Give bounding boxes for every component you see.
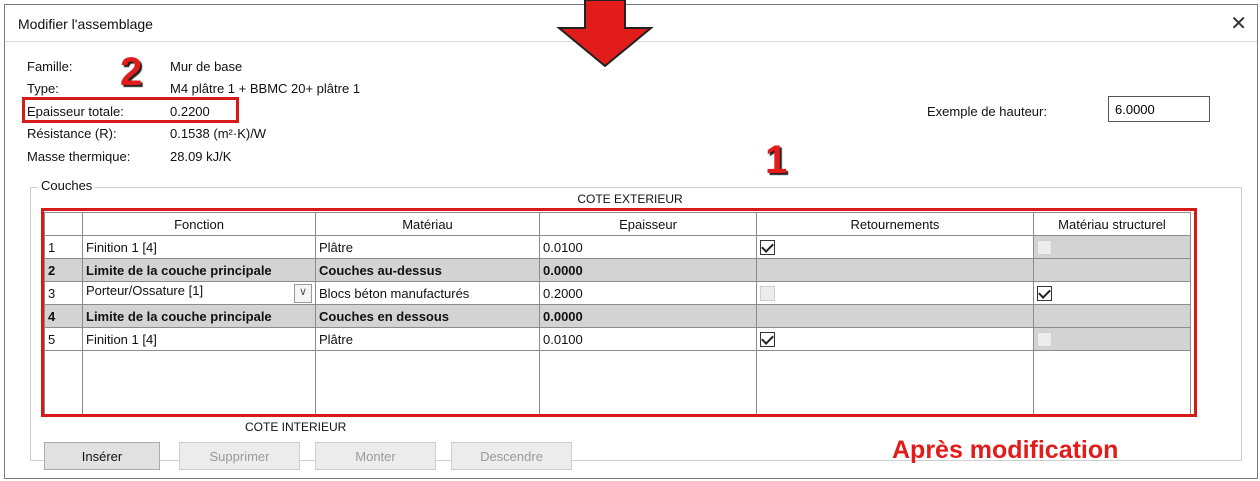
hauteur-label: Exemple de hauteur: — [927, 104, 1047, 119]
type-label: Type: — [27, 81, 59, 96]
epaisseur-highlight-box — [22, 97, 239, 123]
dialog-title: Modifier l'assemblage — [18, 16, 153, 32]
type-value: M4 plâtre 1 + BBMC 20+ plâtre 1 — [170, 81, 361, 96]
hauteur-input[interactable] — [1108, 96, 1210, 122]
couches-group-label: Couches — [38, 178, 96, 193]
annotation-badge-1: 1 — [765, 138, 788, 182]
descendre-button[interactable]: Descendre — [451, 442, 572, 470]
famille-label: Famille: — [27, 59, 73, 74]
supprimer-button[interactable]: Supprimer — [179, 442, 300, 470]
resistance-label: Résistance (R): — [27, 126, 117, 141]
inserer-button[interactable]: Insérer — [44, 442, 160, 470]
monter-button[interactable]: Monter — [315, 442, 436, 470]
resistance-value: 0.1538 (m²·K)/W — [170, 126, 267, 141]
cote-interieur-label: COTE INTERIEUR — [245, 420, 347, 434]
cote-exterieur-label: COTE EXTERIEUR — [577, 192, 683, 206]
close-icon[interactable]: ✕ — [1230, 11, 1247, 36]
masse-thermique-value: 28.09 kJ/K — [170, 149, 232, 164]
famille-value: Mur de base — [170, 59, 243, 74]
table-highlight-box — [41, 208, 1197, 417]
arrow-down-icon — [556, 0, 654, 68]
apres-modification-annotation: Après modification — [892, 436, 1119, 464]
annotation-badge-2: 2 — [120, 50, 143, 94]
masse-thermique-label: Masse thermique: — [27, 149, 131, 164]
